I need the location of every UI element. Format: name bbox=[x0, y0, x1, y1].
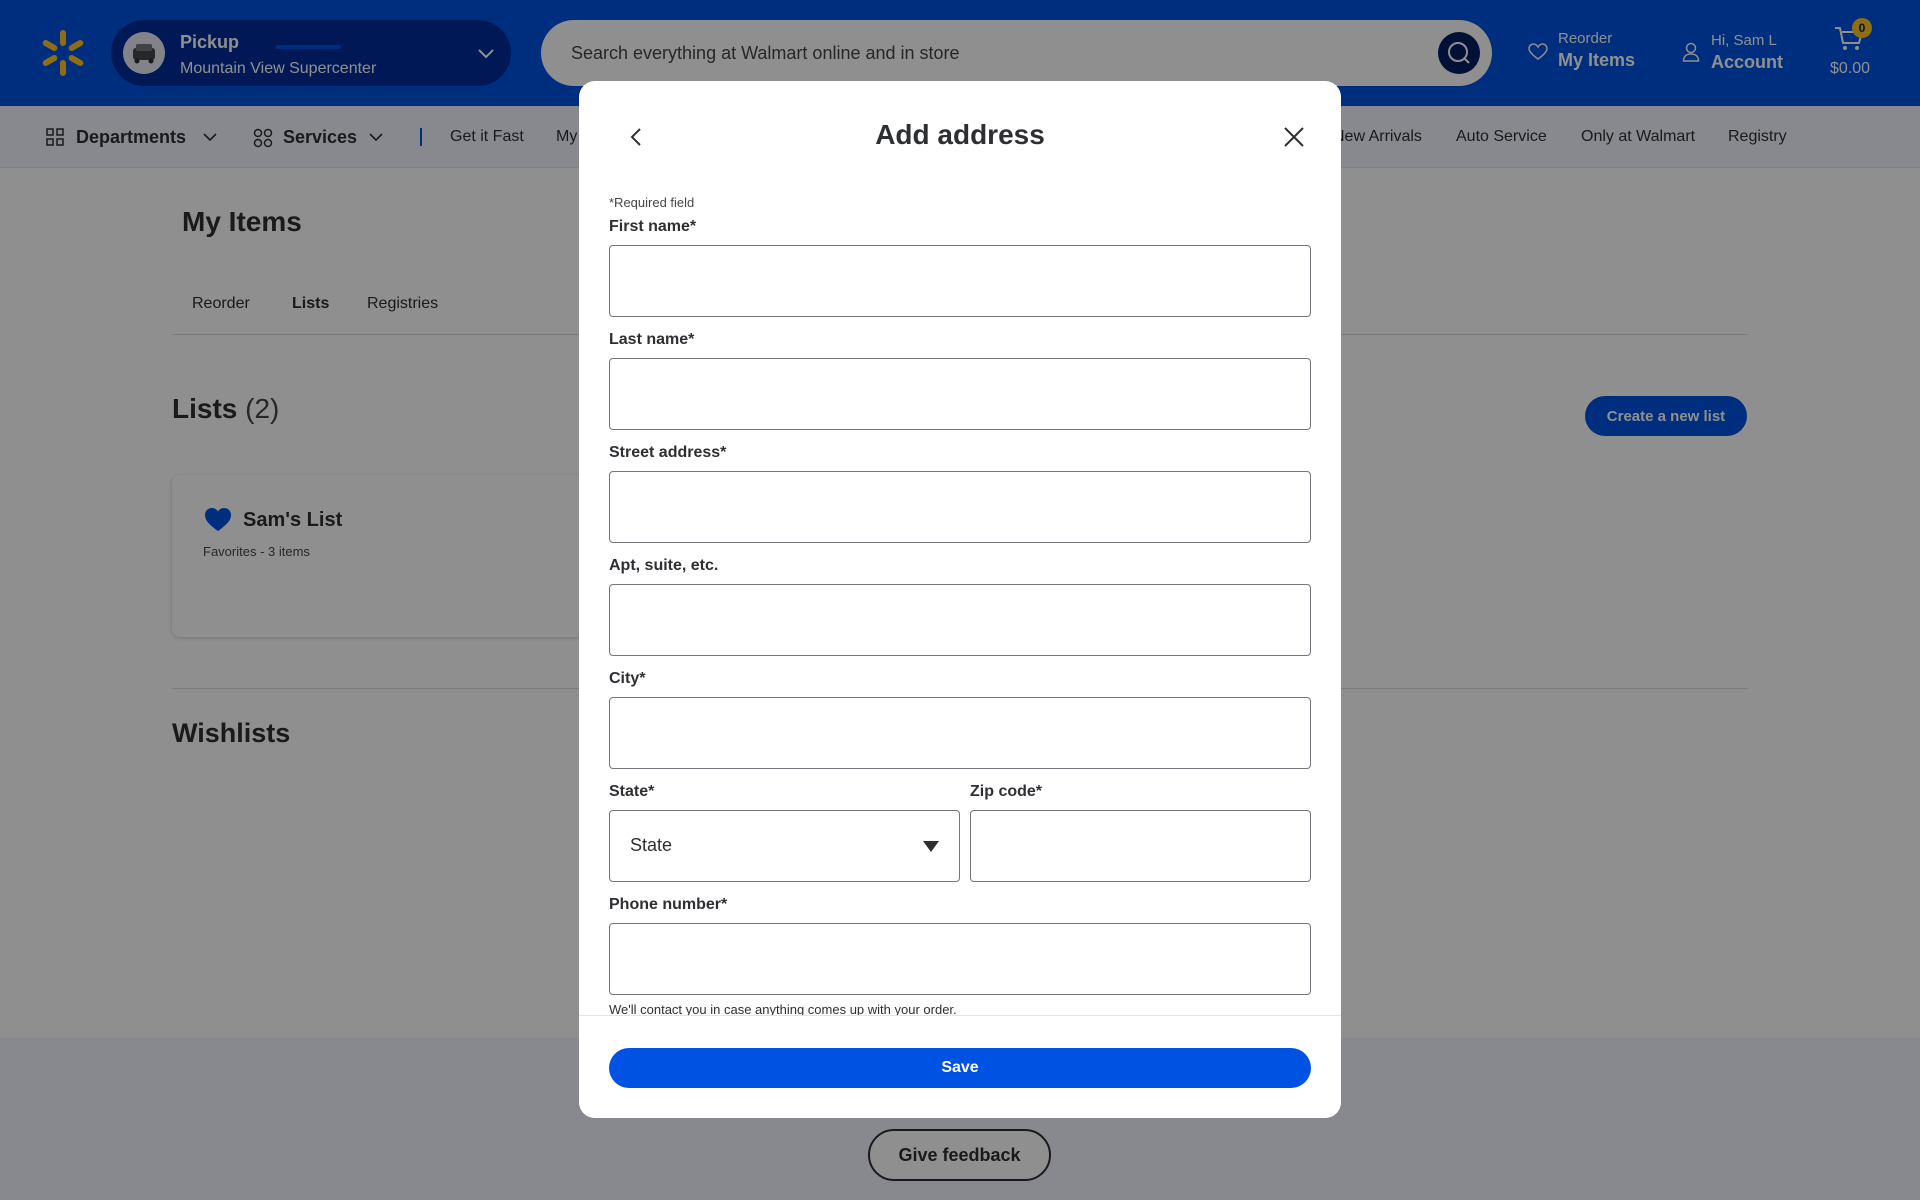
street-address-input[interactable] bbox=[609, 471, 1311, 543]
last-name-input[interactable] bbox=[609, 358, 1311, 430]
apt-suite-input[interactable] bbox=[609, 584, 1311, 656]
city-input[interactable] bbox=[609, 697, 1311, 769]
state-label: State* bbox=[609, 783, 655, 800]
modal-footer: Save bbox=[579, 1015, 1341, 1118]
caret-down-icon bbox=[923, 841, 939, 852]
state-select-value: State bbox=[630, 835, 673, 855]
first-name-input[interactable] bbox=[609, 245, 1311, 317]
state-select[interactable]: State bbox=[609, 810, 960, 882]
city-label: City* bbox=[609, 670, 646, 687]
first-name-label: First name* bbox=[609, 218, 697, 235]
add-address-modal: Add address *Required field First name* … bbox=[579, 81, 1341, 1118]
zip-code-input[interactable] bbox=[970, 810, 1311, 882]
phone-number-input[interactable] bbox=[609, 923, 1311, 995]
last-name-label: Last name* bbox=[609, 331, 695, 348]
modal-title: Add address bbox=[875, 119, 1045, 150]
close-icon[interactable] bbox=[1276, 119, 1312, 155]
zip-code-label: Zip code* bbox=[970, 783, 1043, 800]
apt-suite-label: Apt, suite, etc. bbox=[609, 557, 719, 574]
phone-number-label: Phone number* bbox=[609, 896, 728, 913]
save-button[interactable]: Save bbox=[609, 1048, 1311, 1088]
required-field-note: *Required field bbox=[609, 195, 695, 210]
street-address-label: Street address* bbox=[609, 444, 727, 461]
